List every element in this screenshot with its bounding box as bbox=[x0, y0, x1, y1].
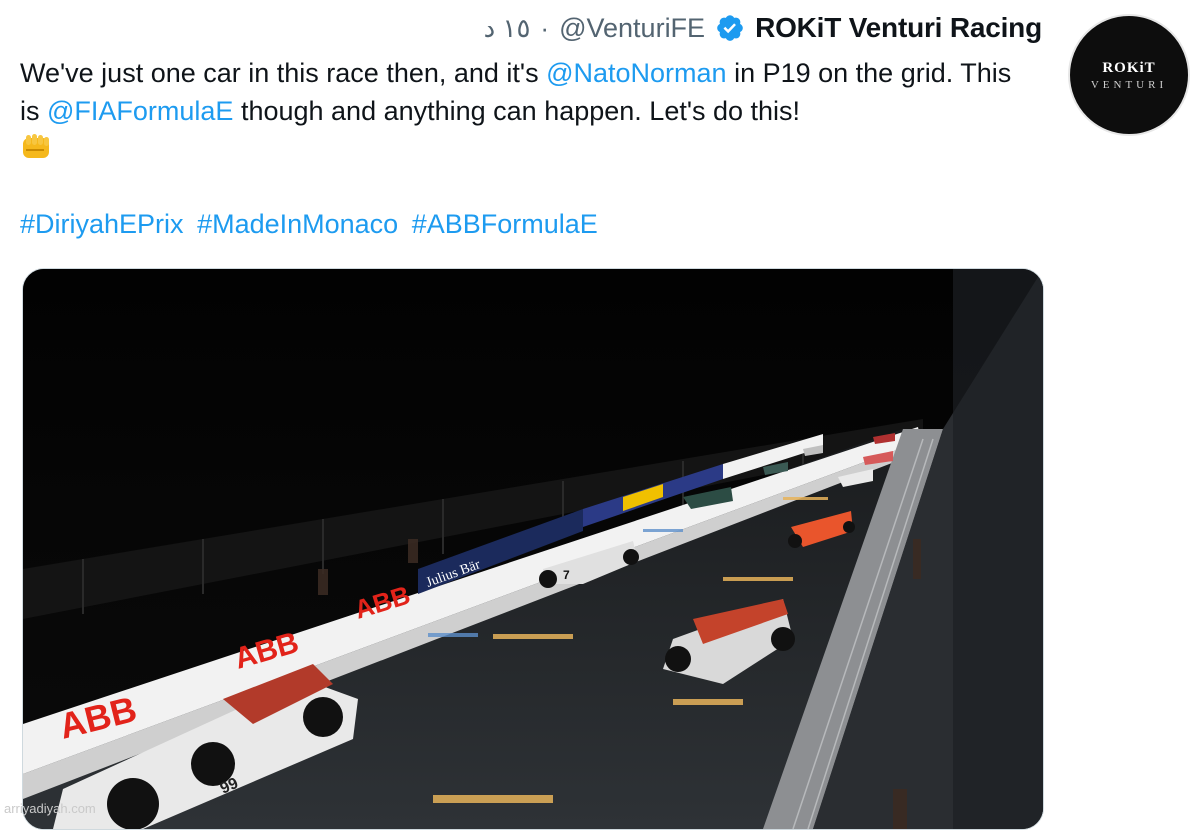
tweet-text-part3: though and anything can happen. Let's do… bbox=[233, 96, 801, 126]
car-number: 7 bbox=[563, 568, 570, 582]
hashtag-link[interactable]: #ABBFormulaE bbox=[412, 209, 598, 239]
mention-link[interactable]: @FIAFormulaE bbox=[47, 96, 233, 126]
race-grid-illustration: ABB ABB ABB Julius Bär 99 7 bbox=[23, 269, 1043, 829]
tweet-text-part1: We've just one car in this race then, an… bbox=[20, 58, 547, 88]
user-handle[interactable]: @VenturiFE bbox=[559, 13, 705, 44]
tweet-media-photo[interactable]: ABB ABB ABB Julius Bär 99 7 bbox=[22, 268, 1044, 830]
hashtag-link[interactable]: #MadeInMonaco bbox=[197, 209, 398, 239]
verified-badge-icon bbox=[715, 13, 745, 43]
site-watermark: arriyadiyah.com bbox=[4, 801, 96, 816]
header-separator: · bbox=[540, 12, 550, 43]
avatar-brand-line2: VENTURI bbox=[1090, 78, 1168, 91]
mention-link[interactable]: @NatoNorman bbox=[546, 58, 726, 88]
hashtag-list: #DiriyahEPrix #MadeInMonaco #ABBFormulaE bbox=[20, 205, 604, 243]
tweet-text: We've just one car in this race then, an… bbox=[20, 54, 1030, 168]
display-name[interactable]: ROKiT Venturi Racing bbox=[755, 12, 1042, 44]
fist-emoji-icon bbox=[20, 132, 52, 162]
tweet-header: ١٥ د · @VenturiFE ROKiT Venturi Racing bbox=[484, 6, 1043, 50]
avatar[interactable]: ROKiT VENTURI bbox=[1068, 14, 1190, 136]
hashtag-link[interactable]: #DiriyahEPrix bbox=[20, 209, 184, 239]
tweet-time[interactable]: ١٥ د bbox=[484, 13, 531, 44]
avatar-brand-line1: ROKiT bbox=[1102, 59, 1156, 76]
